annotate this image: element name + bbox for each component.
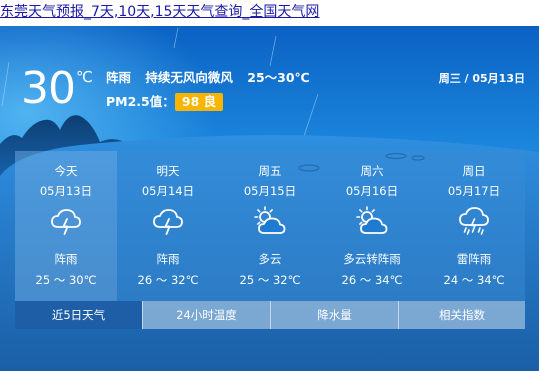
forecast-date: 05月15日 [243,184,297,198]
partly-cloudy-icon [356,206,388,234]
partly-cloudy-icon [254,206,286,234]
forecast-day[interactable]: 明天 05月14日 阵雨 26 ～ 32℃ [117,151,219,301]
aqi-badge[interactable]: 98 良 [175,93,223,111]
forecast-day-name: 周五 [258,164,282,178]
forecast-condition: 多云转阵雨 [343,252,401,266]
thunderstorm-icon [153,209,183,235]
current-date: 周三 / 05月13日 [438,72,525,85]
tab-5-day-weather[interactable]: 近5日天气 [15,301,142,329]
forecast-tabs: 近5日天气 24小时温度 降水量 相关指数 [15,301,525,329]
forecast-strip: 今天 05月13日 阵雨 25 ～ 30℃ 明天 05月14日 阵雨 26 ～ … [15,151,525,301]
tab-24h-temperature[interactable]: 24小时温度 [142,301,270,329]
tab-related-indices[interactable]: 相关指数 [398,301,525,329]
thunderstorm-icon [51,209,81,235]
current-wind: 持续无风向微风 [145,70,233,85]
current-condition: 阵雨 [106,70,132,85]
tab-precipitation[interactable]: 降水量 [270,301,398,329]
forecast-day-name: 周六 [360,164,384,178]
pm25-label: PM2.5值： [106,94,175,109]
forecast-condition: 阵雨 [156,252,180,266]
thunder-shower-icon [459,207,489,235]
forecast-date: 05月13日 [39,184,93,198]
temperature-unit: ℃ [76,68,93,86]
forecast-temp: 24 ～ 34℃ [443,273,505,287]
forecast-date: 05月17日 [447,184,501,198]
forecast-temp: 26 ～ 32℃ [137,273,199,287]
forecast-condition: 多云 [258,252,282,266]
forecast-day-name: 今天 [54,164,78,178]
forecast-day[interactable]: 今天 05月13日 阵雨 25 ～ 30℃ [15,151,117,301]
current-summary: 阵雨 持续无风向微风 25～30℃ [106,70,320,86]
forecast-day[interactable]: 周日 05月17日 雷阵雨 24 ～ 34℃ [423,151,525,301]
forecast-condition: 雷阵雨 [456,252,492,266]
current-temp-range: 25～30℃ [247,70,310,85]
forecast-condition: 阵雨 [54,252,78,266]
forecast-date: 05月14日 [141,184,195,198]
forecast-day-name: 明天 [156,164,180,178]
forecast-day-name: 周日 [462,164,486,178]
forecast-temp: 25 ～ 30℃ [35,273,97,287]
forecast-date: 05月16日 [345,184,399,198]
forecast-temp: 25 ～ 32℃ [239,273,301,287]
forecast-temp: 26 ～ 34℃ [341,273,403,287]
current-temperature: 30 [21,63,76,114]
page-title-link[interactable]: 东莞天气预报_7天,10天,15天天气查询_全国天气网 [0,1,319,23]
forecast-day[interactable]: 周五 05月15日 多云 25 ～ 32℃ [219,151,321,301]
forecast-day[interactable]: 周六 05月16日 多云转阵雨 26 ～ 34℃ [321,151,423,301]
